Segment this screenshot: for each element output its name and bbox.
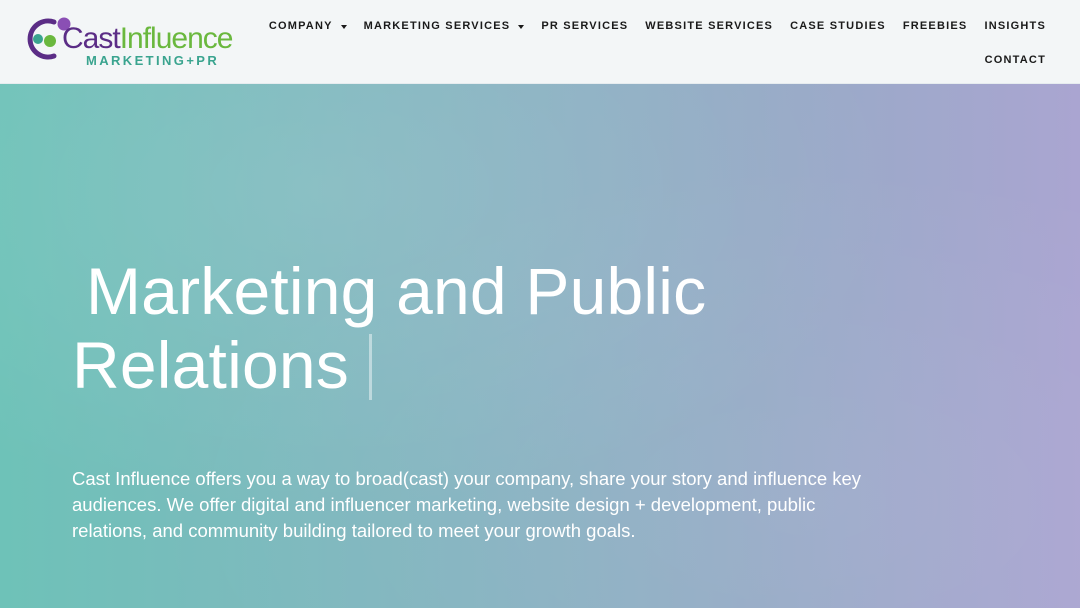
nav-item-company[interactable]: COMPANY bbox=[269, 20, 347, 32]
nav-item-marketing-services[interactable]: MARKETING SERVICES bbox=[364, 20, 525, 32]
nav-item-label: INSIGHTS bbox=[984, 20, 1046, 32]
site-header: CastInfluence MARKETING+PR COMPANY MARKE… bbox=[0, 0, 1080, 84]
main-nav: COMPANY MARKETING SERVICES PR SERVICES W… bbox=[269, 16, 1046, 76]
nav-item-label: WEBSITE SERVICES bbox=[645, 20, 774, 32]
nav-item-label: PR SERVICES bbox=[541, 20, 629, 32]
typing-cursor bbox=[368, 334, 372, 400]
logo-tagline: MARKETING+PR bbox=[86, 53, 220, 68]
nav-row-2: CONTACT bbox=[968, 54, 1046, 66]
nav-item-case-studies[interactable]: CASE STUDIES bbox=[790, 20, 886, 32]
caret-down-icon bbox=[340, 25, 347, 29]
nav-row-1: COMPANY MARKETING SERVICES PR SERVICES W… bbox=[252, 20, 1046, 32]
hero-description: Cast Influence offers you a way to broad… bbox=[72, 468, 862, 541]
nav-item-contact[interactable]: CONTACT bbox=[985, 54, 1046, 66]
nav-item-label: CONTACT bbox=[984, 54, 1046, 66]
site-logo[interactable]: CastInfluence MARKETING+PR bbox=[24, 14, 244, 72]
nav-item-insights[interactable]: INSIGHTS bbox=[984, 20, 1046, 32]
page: CastInfluence MARKETING+PR COMPANY MARKE… bbox=[0, 0, 1080, 608]
logo-word-cast: Cast bbox=[62, 22, 121, 55]
hero-title-line-1: Marketing and Public bbox=[86, 254, 707, 328]
caret-down-icon bbox=[518, 25, 525, 29]
hero-title: Marketing and Public Relations bbox=[72, 254, 832, 402]
nav-item-label: CASE STUDIES bbox=[790, 20, 886, 32]
logo-word-influence: Influence bbox=[119, 22, 234, 55]
nav-item-freebies[interactable]: FREEBIES bbox=[903, 20, 968, 32]
nav-item-label: FREEBIES bbox=[902, 20, 968, 32]
hero-section: Marketing and Public Relations Cast Infl… bbox=[0, 84, 1080, 608]
nav-item-label: MARKETING SERVICES bbox=[363, 20, 511, 32]
nav-item-label: COMPANY bbox=[268, 20, 333, 32]
logo-wordmark: CastInfluence bbox=[62, 22, 234, 55]
hero-title-line-2: Relations bbox=[72, 328, 349, 402]
nav-item-pr-services[interactable]: PR SERVICES bbox=[541, 20, 628, 32]
nav-item-website-services[interactable]: WEBSITE SERVICES bbox=[645, 20, 773, 32]
